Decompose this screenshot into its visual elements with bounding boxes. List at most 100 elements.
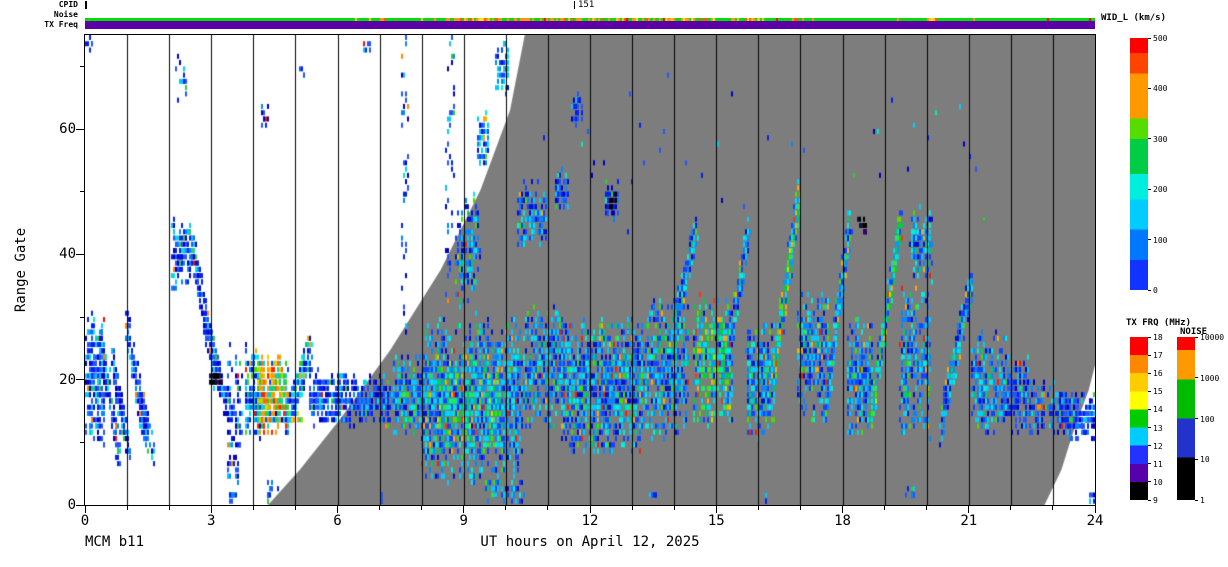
noise-colorbar-tick — [1195, 377, 1198, 378]
cpid-value: 151 — [578, 1, 594, 9]
x-tick — [926, 506, 927, 510]
txfrq-colorbar — [1130, 337, 1148, 500]
cpid-strip: 151 — [85, 1, 1095, 9]
noise-colorbar-tick-label: 100 — [1200, 415, 1214, 424]
noise-colorbar-tick — [1195, 337, 1198, 338]
x-tick — [211, 506, 212, 513]
wid-colorbar-tick-label: 100 — [1153, 236, 1167, 245]
rti-plot-frame — [84, 34, 1096, 506]
noise-colorbar-tick — [1195, 500, 1198, 501]
x-tick — [1010, 506, 1011, 510]
txfreq-strip — [85, 21, 1095, 29]
txfreq-strip-label: TX Freq — [0, 20, 78, 29]
wid-colorbar — [1130, 38, 1148, 290]
wid-colorbar-tick — [1148, 88, 1151, 89]
wid-colorbar-tick-label: 0 — [1153, 286, 1158, 295]
txfrq-colorbar-tick — [1148, 445, 1151, 446]
x-tick-label: 21 — [960, 514, 977, 528]
txfrq-colorbar-tick — [1148, 481, 1151, 482]
txfrq-colorbar-tick — [1148, 500, 1151, 501]
noise-colorbar-tick — [1195, 459, 1198, 460]
x-tick — [253, 506, 254, 510]
txfrq-colorbar-tick — [1148, 391, 1151, 392]
x-tick-label: 15 — [708, 514, 725, 528]
wid-colorbar-tick-label: 300 — [1153, 135, 1167, 144]
x-tick-label: 9 — [460, 514, 468, 528]
txfrq-colorbar-tick-label: 13 — [1153, 424, 1163, 433]
x-tick-label: 3 — [207, 514, 215, 528]
txfrq-colorbar-tick-label: 11 — [1153, 460, 1163, 469]
txfrq-colorbar-tick — [1148, 463, 1151, 464]
x-tick — [716, 506, 717, 513]
x-tick-label: 0 — [81, 514, 89, 528]
x-tick — [379, 506, 380, 510]
x-tick — [674, 506, 675, 510]
txfrq-colorbar-tick-label: 18 — [1153, 333, 1163, 342]
y-minor-tick — [80, 317, 84, 318]
x-tick — [547, 506, 548, 510]
x-tick — [463, 506, 464, 513]
y-tick — [76, 505, 84, 506]
txfrq-colorbar-tick — [1148, 373, 1151, 374]
rti-plot-canvas — [85, 35, 1095, 505]
x-tick — [632, 506, 633, 510]
x-tick — [169, 506, 170, 510]
noise-strip-label: Noise — [0, 10, 78, 19]
superdarn-summary-plot: CPID Noise TX Freq 151 WID_L (km/s) Rang… — [0, 0, 1228, 567]
x-tick — [590, 506, 591, 513]
wid-colorbar-tick-label: 500 — [1153, 34, 1167, 43]
x-tick — [758, 506, 759, 510]
noise-colorbar-tick-label: 10000 — [1200, 333, 1224, 342]
txfrq-colorbar-tick — [1148, 409, 1151, 410]
x-tick-label: 6 — [333, 514, 341, 528]
y-tick — [76, 379, 84, 380]
noise-colorbar-tick-label: 1000 — [1200, 374, 1219, 383]
cpid-strip-label: CPID — [0, 0, 78, 9]
txfrq-colorbar-tick-label: 14 — [1153, 405, 1163, 414]
wid-colorbar-tick — [1148, 38, 1151, 39]
y-tick — [76, 254, 84, 255]
wid-colorbar-tick — [1148, 138, 1151, 139]
x-tick — [842, 506, 843, 513]
txfrq-colorbar-tick-label: 15 — [1153, 387, 1163, 396]
x-tick — [1052, 506, 1053, 510]
txfrq-colorbar-tick-label: 12 — [1153, 442, 1163, 451]
y-minor-tick — [80, 66, 84, 67]
x-tick — [85, 506, 86, 513]
txfrq-colorbar-tick — [1148, 355, 1151, 356]
noise-colorbar-tick — [1195, 418, 1198, 419]
wid-colorbar-tick-label: 400 — [1153, 84, 1167, 93]
x-tick — [295, 506, 296, 510]
x-tick — [337, 506, 338, 513]
noise-colorbar-tick-label: 10 — [1200, 455, 1210, 464]
wid-colorbar-tick — [1148, 290, 1151, 291]
y-tick-label: 40 — [40, 246, 76, 262]
txfrq-colorbar-tick-label: 17 — [1153, 351, 1163, 360]
x-tick-label: 12 — [582, 514, 599, 528]
noise-strip — [85, 11, 1095, 19]
x-tick — [1095, 506, 1096, 513]
x-tick — [127, 506, 128, 510]
wid-colorbar-tick — [1148, 239, 1151, 240]
y-axis-title: Range Gate — [13, 215, 29, 325]
x-tick — [884, 506, 885, 510]
y-minor-tick — [80, 442, 84, 443]
x-tick — [505, 506, 506, 510]
y-tick-label: 20 — [40, 372, 76, 388]
wid-colorbar-title: WID_L (km/s) — [1101, 13, 1166, 23]
txfrq-colorbar-tick — [1148, 427, 1151, 428]
txfrq-colorbar-tick-label: 9 — [1153, 496, 1158, 505]
txfrq-colorbar-tick-label: 16 — [1153, 369, 1163, 378]
txfrq-colorbar-tick-label: 10 — [1153, 478, 1163, 487]
noise-colorbar-tick-label: 1 — [1200, 496, 1205, 505]
x-tick — [968, 506, 969, 513]
y-tick-label: 60 — [40, 121, 76, 137]
y-tick-label: 0 — [40, 497, 76, 513]
cpid-change-tick — [574, 1, 575, 9]
wid-colorbar-tick — [1148, 189, 1151, 190]
txfrq-colorbar-tick — [1148, 337, 1151, 338]
y-tick — [76, 129, 84, 130]
x-axis-title: UT hours on April 12, 2025 — [85, 535, 1095, 550]
x-tick-label: 18 — [834, 514, 851, 528]
x-tick-label: 24 — [1087, 514, 1104, 528]
